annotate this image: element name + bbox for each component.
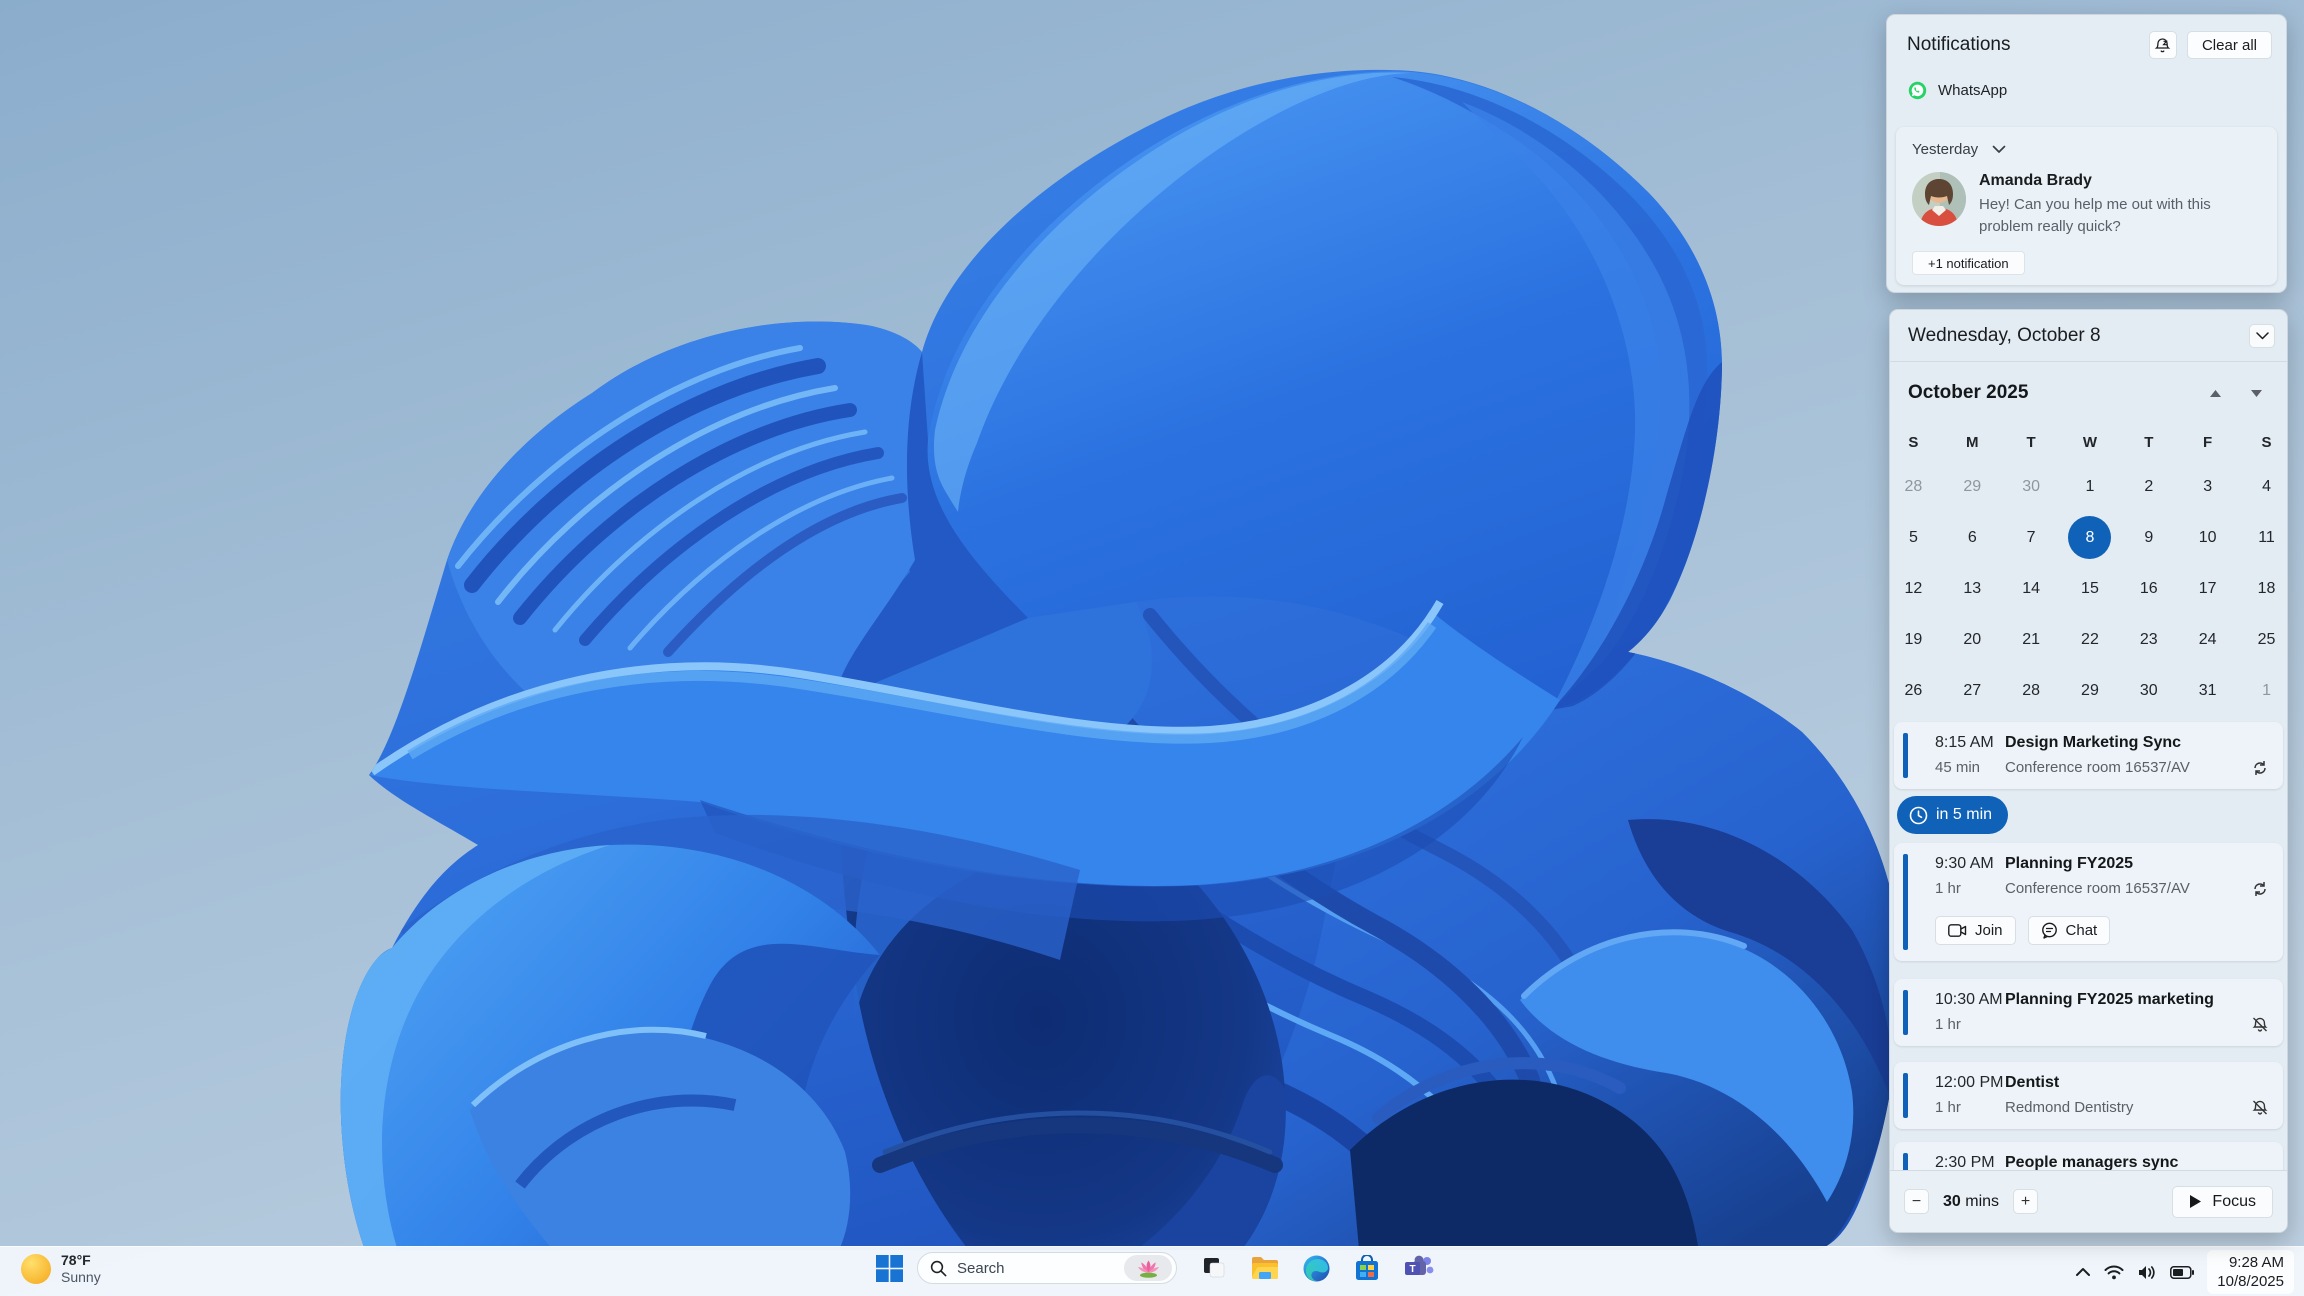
svg-text:T: T xyxy=(1409,1264,1415,1275)
